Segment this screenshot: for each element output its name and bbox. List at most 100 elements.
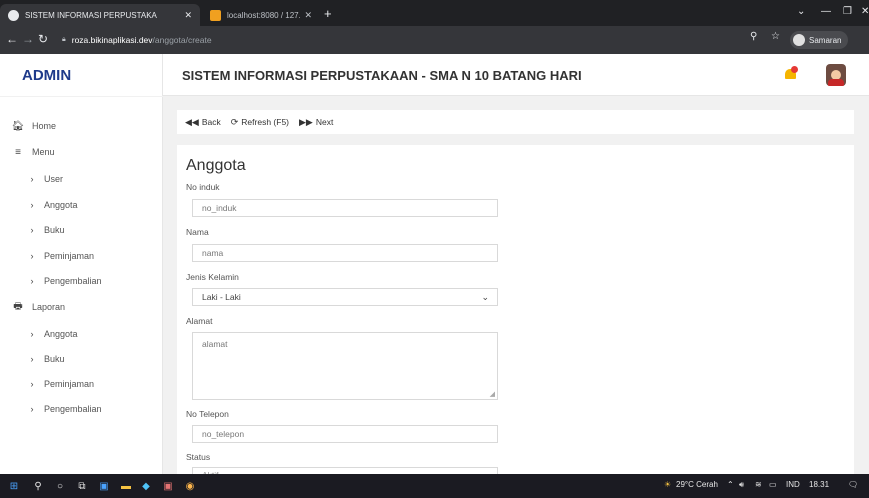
sidebar-item-laporan-peminjaman[interactable]: › Peminjaman [0,375,95,393]
bookmark-star-icon[interactable]: ☆ [771,31,780,42]
minimize-icon[interactable]: — [821,6,831,17]
app-taskbar-icon[interactable]: ▣ [160,478,176,494]
sidebar: 🏠︎ Home ≡ Menu › User › Anggota › Buku ›… [0,97,163,474]
browser-taskbar-icon[interactable]: ◆ [138,478,154,494]
sidebar-item-laporan-anggota[interactable]: › Anggota [0,325,78,343]
notification-bell-icon[interactable] [784,66,798,82]
resize-grip-icon[interactable]: ◢ [490,390,495,398]
reload-icon[interactable]: ↻ [38,32,48,46]
chrome-taskbar-icon[interactable]: ◉ [182,478,198,494]
no-induk-label: No induk [186,182,220,192]
no-telepon-input[interactable]: no_telepon [192,425,498,443]
action-toolbar: ◀◀ Back ⟳ Refresh (F5) ▶▶ Next [177,110,854,134]
url-path: /anggota/create [152,35,212,45]
profile-button[interactable]: Samaran [790,31,849,49]
forward-arrow-icon[interactable]: → [22,32,34,46]
anggota-form: Anggota No induk no_induk Nama nama Jeni… [177,145,854,479]
alamat-label: Alamat [186,316,213,326]
tab-title: localhost:8080 / 127.0.0.1 / roza [227,10,301,20]
brand-logo[interactable]: ADMIN [0,54,163,96]
sidebar-item-pengembalian[interactable]: › Pengembalian [0,272,102,290]
refresh-button[interactable]: ⟳ Refresh (F5) [231,117,289,128]
profile-avatar-icon [793,34,805,46]
sidebar-item-menu[interactable]: ≡ Menu [0,143,54,161]
os-taskbar: ⊞ ⚲ ○ ⧉ ▣ ▬ ◆ ▣ ◉ ☀ 29°C Cerah ⌃ 🔊︎ ≋ ▭ … [0,474,869,498]
chevron-right-icon: › [30,174,34,184]
sidebar-item-home[interactable]: 🏠︎ Home [0,117,56,135]
status-label: Status [186,452,211,462]
back-arrow-icon[interactable]: ← [6,32,18,46]
tab-title: SISTEM INFORMASI PERPUSTAKA [25,10,157,20]
tab-close-icon[interactable]: ✕ [304,10,312,21]
printer-icon: 🖶︎ [13,300,23,312]
language-indicator[interactable]: IND [786,480,800,489]
sidebar-item-user[interactable]: › User [0,170,64,188]
store-icon[interactable]: ▣ [96,478,112,494]
browser-tab-active[interactable]: SISTEM INFORMASI PERPUSTAKA ✕ [0,4,200,26]
no-telepon-label: No Telepon [186,409,229,419]
wifi-icon[interactable]: ≋ [755,480,762,489]
tray-chevron-icon[interactable]: ⌃ [727,480,734,489]
no-induk-input[interactable]: no_induk [192,199,498,217]
url-host: roza.bikinaplikasi.dev [71,35,153,45]
chevron-right-icon: › [30,379,34,389]
file-explorer-icon[interactable]: ▬ [118,478,134,494]
sidebar-item-anggota[interactable]: › Anggota [0,196,78,214]
browser-tab-inactive[interactable]: localhost:8080 / 127.0.0.1 / roza ✕ [202,4,320,26]
restore-icon[interactable]: ❐ [843,6,852,17]
tab-close-icon[interactable]: ✕ [184,10,192,21]
chevron-down-icon: ⌄ [481,292,489,302]
nama-label: Nama [186,227,209,237]
chevron-right-icon: › [30,329,34,339]
back-button[interactable]: ◀◀ Back [185,117,221,128]
close-window-icon[interactable]: ✕ [861,6,869,17]
user-avatar[interactable] [826,64,846,86]
tab-search-icon[interactable]: ⌄ [797,6,805,17]
home-icon: 🏠︎ [11,120,25,132]
browser-tab-bar: SISTEM INFORMASI PERPUSTAKA ✕ localhost:… [0,0,869,26]
sidebar-item-laporan-pengembalian[interactable]: › Pengembalian [0,400,102,418]
chevron-right-icon: › [30,276,34,286]
notifications-icon[interactable]: 🗨︎ [848,480,858,489]
search-icon[interactable]: ⚲ [30,478,46,494]
menu-list-icon: ≡ [15,146,21,158]
tab-favicon-icon [210,9,221,21]
chevron-right-icon: › [30,225,34,235]
alamat-textarea[interactable]: alamat ◢ [192,332,498,400]
jenis-kelamin-select[interactable]: Laki - Laki ⌄ [192,288,498,306]
profile-name: Samaran [809,35,842,45]
cortana-icon[interactable]: ○ [52,478,68,494]
browser-address-bar: ← → ↻ 🔒︎ roza.bikinaplikasi.dev/anggota/… [0,26,869,54]
refresh-icon: ⟳ [230,116,239,127]
clock[interactable]: 18.31 [809,480,829,489]
windows-start-icon[interactable]: ⊞ [6,478,22,494]
rewind-icon: ◀◀ [185,116,199,127]
task-view-icon[interactable]: ⧉ [74,478,90,494]
chevron-right-icon: › [30,404,34,414]
sidebar-item-peminjaman[interactable]: › Peminjaman [0,247,95,265]
battery-icon[interactable]: ▭ [769,480,777,489]
app-header: ADMIN SISTEM INFORMASI PERPUSTAKAAN - SM… [0,54,869,96]
chevron-right-icon: › [30,354,34,364]
alamat-placeholder: alamat [202,339,228,349]
new-tab-icon[interactable]: + [324,6,332,21]
url-field[interactable]: 🔒︎ roza.bikinaplikasi.dev/anggota/create [56,30,666,50]
lock-icon: 🔒︎ [62,36,66,43]
weather-text[interactable]: 29°C Cerah [676,480,718,489]
sidebar-item-buku[interactable]: › Buku [0,221,65,239]
tab-favicon-icon [8,9,19,21]
chevron-right-icon: › [30,200,34,210]
sidebar-item-laporan[interactable]: 🖶︎ Laporan [0,298,65,316]
fast-forward-icon: ▶▶ [299,116,313,127]
sidebar-item-laporan-buku[interactable]: › Buku [0,350,65,368]
speaker-icon[interactable]: 🔊︎ [739,480,744,490]
nama-input[interactable]: nama [192,244,498,262]
jenis-kelamin-label: Jenis Kelamin [186,272,239,282]
form-title: Anggota [186,157,246,174]
weather-icon: ☀ [664,480,672,489]
jenis-kelamin-value: Laki - Laki [202,292,241,302]
zoom-search-icon[interactable]: ⚲ [750,31,757,42]
chevron-right-icon: › [30,251,34,261]
next-button[interactable]: ▶▶ Next [299,117,333,128]
page-title: SISTEM INFORMASI PERPUSTAKAAN - SMA N 10… [182,67,582,83]
